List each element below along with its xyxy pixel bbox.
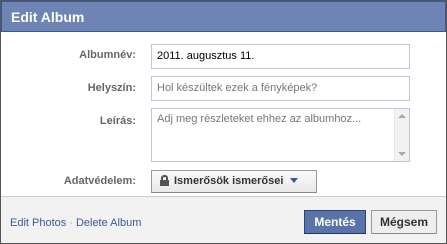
link-separator: · — [69, 217, 73, 229]
privacy-value: Ismerősök ismerősei — [174, 175, 284, 187]
location-label: Helyszín: — [87, 82, 136, 94]
edit-album-dialog: Edit Album Albumnév: 2011. augusztus 11.… — [0, 0, 447, 244]
save-button[interactable]: Mentés — [304, 210, 366, 234]
dialog-footer: Edit Photos · Delete Album Mentés Mégsem — [1, 196, 446, 243]
description-placeholder: Adj meg részleteket ehhez az albumhoz... — [157, 113, 362, 125]
location-input[interactable]: Hol készültek ezek a fényképek? — [151, 76, 410, 101]
description-scrollbar[interactable] — [394, 109, 409, 161]
scroll-down-arrow-icon[interactable] — [398, 152, 406, 156]
cancel-button[interactable]: Mégsem — [371, 210, 437, 234]
dialog-content: Albumnév: 2011. augusztus 11. Helyszín: … — [1, 32, 446, 196]
scroll-up-arrow-icon[interactable] — [398, 114, 406, 118]
privacy-selector-button[interactable]: Ismerősök ismerősei — [151, 170, 317, 193]
footer-links: Edit Photos · Delete Album — [10, 217, 141, 229]
dialog-title: Edit Album — [1, 1, 446, 32]
album-name-input[interactable]: 2011. augusztus 11. — [151, 44, 410, 69]
description-textarea[interactable]: Adj meg részleteket ehhez az albumhoz... — [151, 108, 410, 162]
delete-album-link[interactable]: Delete Album — [76, 217, 141, 229]
lock-icon — [160, 175, 169, 186]
dropdown-caret-icon — [290, 178, 299, 183]
privacy-label: Adatvédelem: — [63, 175, 136, 187]
description-label: Leírás: — [99, 115, 136, 127]
edit-photos-link[interactable]: Edit Photos — [10, 217, 66, 229]
album-name-label: Albumnév: — [79, 49, 136, 61]
